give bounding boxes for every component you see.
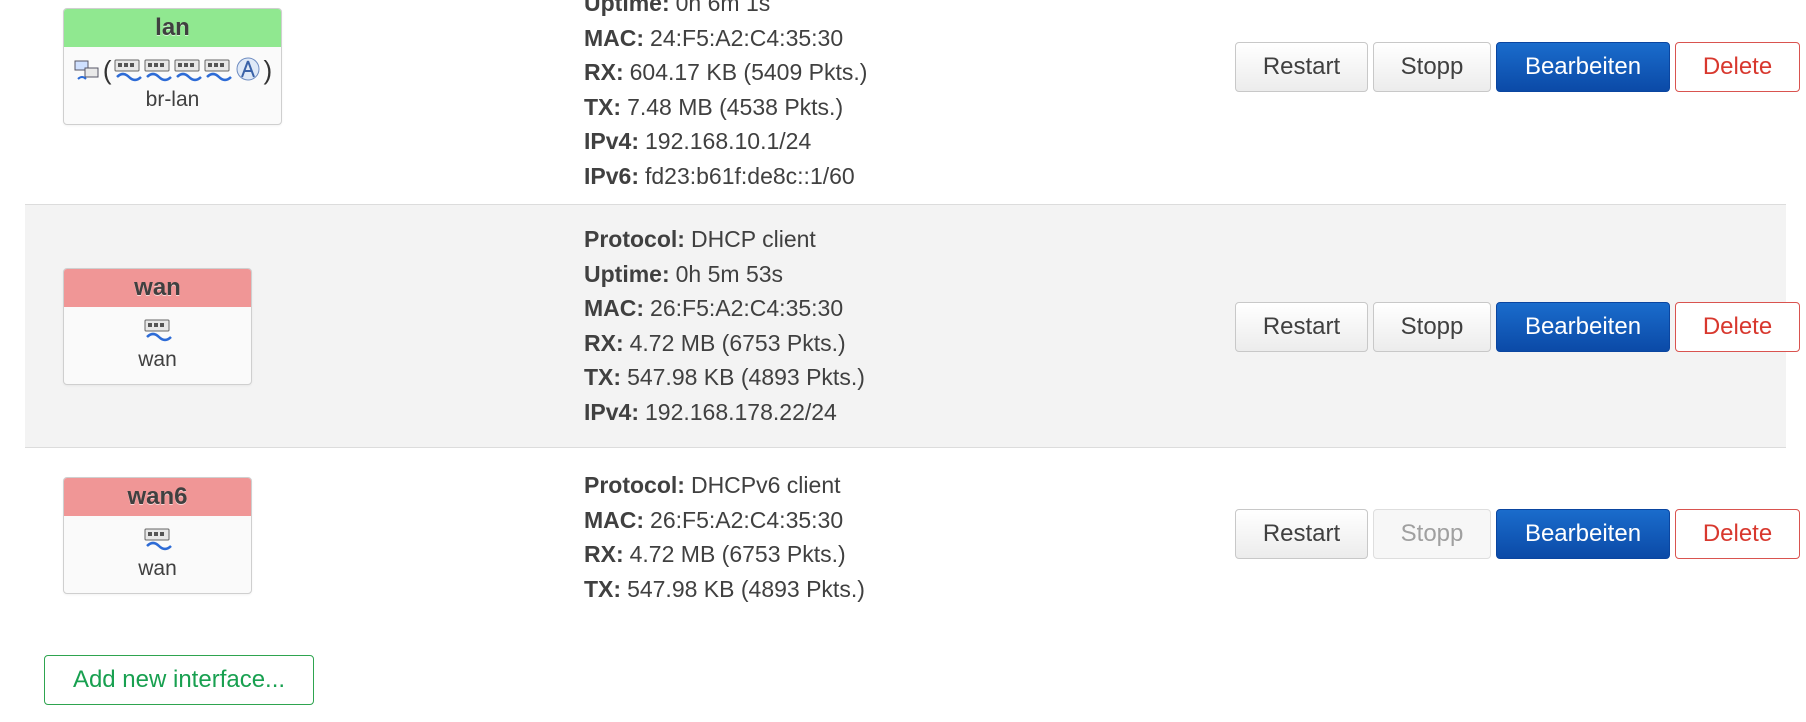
interface-details: Uptime: 0h 6m 1s MAC: 24:F5:A2:C4:35:30 RX… bbox=[584, 0, 867, 193]
detail-tx: TX: 547.98 KB (4893 Pkts.) bbox=[584, 575, 865, 602]
ethernet-port-icon bbox=[174, 57, 202, 83]
detail-uptime: Uptime: 0h 6m 1s bbox=[584, 0, 771, 16]
delete-button[interactable]: Delete bbox=[1675, 302, 1800, 352]
detail-mac: MAC: 24:F5:A2:C4:35:30 bbox=[584, 24, 844, 51]
interface-device-name: wan bbox=[138, 557, 177, 580]
edit-button[interactable]: Bearbeiten bbox=[1496, 42, 1670, 92]
restart-button[interactable]: Restart bbox=[1235, 302, 1368, 352]
interface-actions: Restart Stopp Bearbeiten Delete bbox=[1235, 302, 1800, 352]
interface-device-icons bbox=[64, 313, 251, 347]
wifi-icon bbox=[234, 57, 262, 83]
detail-mac: MAC: 26:F5:A2:C4:35:30 bbox=[584, 506, 844, 533]
detail-ipv6: IPv6: fd23:b61f:de8c::1/60 bbox=[584, 162, 855, 189]
interface-row-lan: lan ( ) br-lan Uptime: 0h 6m 1s MAC: 24:F5… bbox=[25, 0, 1800, 205]
interface-device-name: wan bbox=[138, 348, 177, 371]
interface-row-wan6: wan6 wan Protocol: DHCPv6 client MAC: 26:F… bbox=[25, 448, 1800, 628]
edit-button[interactable]: Bearbeiten bbox=[1496, 509, 1670, 559]
interface-details: Protocol: DHCP client Uptime: 0h 5m 53s MA… bbox=[584, 222, 865, 429]
interface-name: wan bbox=[64, 269, 251, 307]
interface-badge-wan[interactable]: wan wan bbox=[63, 268, 252, 385]
detail-tx: TX: 547.98 KB (4893 Pkts.) bbox=[584, 364, 865, 390]
interface-row-wan: wan wan Protocol: DHCP client Uptime: 0h 5… bbox=[25, 205, 1800, 448]
detail-rx: RX: 4.72 MB (6753 Pkts.) bbox=[584, 541, 846, 567]
detail-tx: TX: 7.48 MB (4538 Pkts.) bbox=[584, 93, 844, 120]
stop-button: Stopp bbox=[1373, 509, 1491, 559]
interface-badge-wan6[interactable]: wan6 wan bbox=[63, 477, 252, 594]
detail-protocol: Protocol: DHCP client bbox=[584, 226, 816, 252]
ethernet-port-icon bbox=[114, 57, 142, 83]
restart-button[interactable]: Restart bbox=[1235, 42, 1368, 92]
interface-actions: Restart Stopp Bearbeiten Delete bbox=[1235, 509, 1800, 559]
ethernet-port-icon bbox=[144, 317, 172, 343]
detail-ipv4: IPv4: 192.168.10.1/24 bbox=[584, 128, 812, 154]
add-new-interface-button[interactable]: Add new interface... bbox=[44, 655, 314, 705]
detail-ipv4: IPv4: 192.168.178.22/24 bbox=[584, 398, 837, 425]
interface-name: lan bbox=[64, 9, 281, 47]
restart-button[interactable]: Restart bbox=[1235, 509, 1368, 559]
detail-rx: RX: 4.72 MB (6753 Pkts.) bbox=[584, 329, 846, 356]
interface-device-icons bbox=[64, 522, 251, 556]
detail-protocol: Protocol: DHCPv6 client bbox=[584, 472, 841, 498]
detail-rx: RX: 604.17 KB (5409 Pkts.) bbox=[584, 59, 868, 85]
detail-mac: MAC: 26:F5:A2:C4:35:30 bbox=[584, 295, 844, 321]
delete-button[interactable]: Delete bbox=[1675, 42, 1800, 92]
ethernet-port-icon bbox=[144, 526, 172, 552]
interface-name: wan6 bbox=[64, 478, 251, 516]
interface-device-icons: ( ) bbox=[64, 53, 281, 87]
interface-device-name: br-lan bbox=[145, 88, 200, 111]
ethernet-port-icon bbox=[144, 57, 172, 83]
ethernet-port-icon bbox=[204, 57, 232, 83]
interface-actions: Restart Stopp Bearbeiten Delete bbox=[1235, 42, 1800, 92]
edit-button[interactable]: Bearbeiten bbox=[1496, 302, 1670, 352]
stop-button[interactable]: Stopp bbox=[1373, 42, 1491, 92]
interface-details: Protocol: DHCPv6 client MAC: 26:F5:A2:C4:3… bbox=[584, 468, 865, 606]
interface-badge-lan[interactable]: lan ( ) br-lan bbox=[63, 8, 282, 125]
bridge-icon bbox=[73, 57, 101, 83]
delete-button[interactable]: Delete bbox=[1675, 509, 1800, 559]
stop-button[interactable]: Stopp bbox=[1373, 302, 1491, 352]
detail-uptime: Uptime: 0h 5m 53s bbox=[584, 260, 784, 287]
